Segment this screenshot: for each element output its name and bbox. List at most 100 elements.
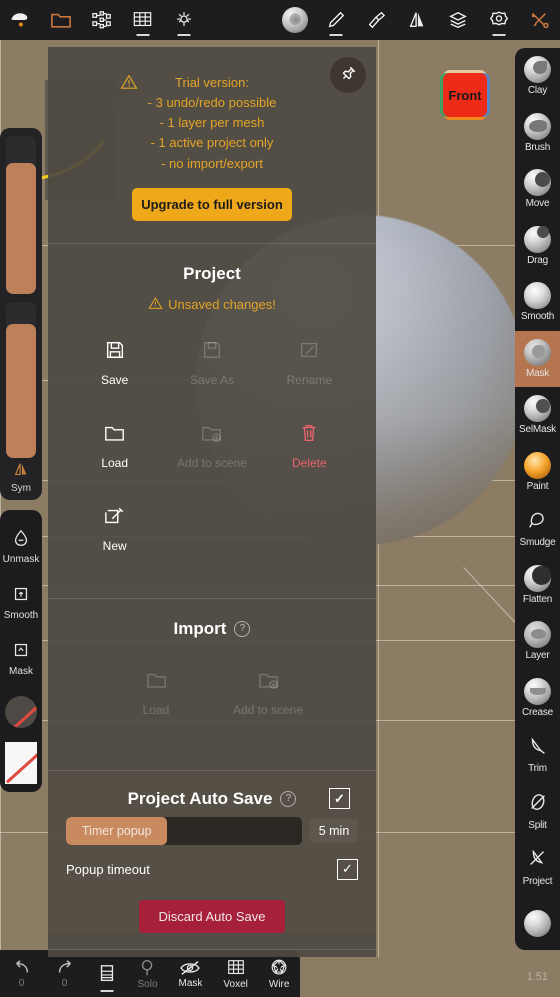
project-section: Project Unsaved changes! Save Save As Re…	[48, 244, 376, 598]
help-icon[interactable]: ?	[280, 790, 297, 807]
discard-autosave-button[interactable]: Discard Auto Save	[139, 899, 285, 933]
left-item-smooth[interactable]: Smooth	[0, 574, 42, 630]
trial-title: Trial version:	[175, 75, 249, 90]
radius-slider[interactable]	[6, 136, 36, 294]
lighting-icon[interactable]	[163, 0, 204, 40]
popup-timeout-checkbox[interactable]: ✓	[337, 858, 358, 880]
tool-label: Brush	[524, 141, 551, 153]
paint-icon[interactable]	[356, 0, 397, 40]
settings-icon[interactable]	[478, 0, 519, 40]
fps-counter: 1.51	[526, 971, 548, 983]
action-label: Load	[142, 702, 170, 717]
material-swatch-disabled[interactable]	[5, 696, 37, 728]
tool-extra[interactable]	[515, 896, 560, 951]
settings-underline	[492, 34, 506, 36]
action-label: Add to scene	[232, 702, 304, 717]
tool-drag[interactable]: Drag	[515, 218, 560, 275]
import-title-text: Import	[173, 618, 227, 638]
mask-visibility-button[interactable]: Mask	[168, 950, 213, 997]
tool-label: Mask	[525, 367, 550, 379]
tool-smudge[interactable]: Smudge	[515, 500, 560, 557]
folder-add-icon	[257, 665, 280, 695]
tool-label: Paint	[526, 480, 549, 492]
tool-label: Layer	[525, 650, 550, 662]
layer-icon	[524, 621, 551, 649]
tool-crease[interactable]: Crease	[515, 670, 560, 727]
scene-list-button[interactable]	[86, 950, 127, 997]
tool-brush[interactable]: Brush	[515, 105, 560, 162]
tool-mask[interactable]: Mask	[515, 330, 560, 387]
brush-icon[interactable]	[315, 0, 356, 40]
tools-icon[interactable]	[519, 0, 560, 40]
tool-selmask[interactable]: SelMask	[515, 387, 560, 444]
tool-label: Smudge	[519, 537, 556, 549]
tool-layer[interactable]: Layer	[515, 613, 560, 670]
autosave-section: Project Auto Save ? ✓ Timer popup 5 min …	[48, 770, 376, 933]
voxel-button[interactable]: Voxel	[213, 950, 258, 997]
undo-button[interactable]: 0	[0, 950, 43, 997]
crease-icon	[524, 677, 551, 705]
scene-icon[interactable]	[0, 0, 41, 40]
tool-move[interactable]: Move	[515, 161, 560, 218]
trim-icon	[526, 734, 550, 761]
tool-label: Project	[522, 876, 553, 888]
texture-swatch-disabled[interactable]	[5, 742, 37, 784]
left-mask-bar: Unmask Smooth Mask	[0, 510, 42, 792]
timer-value: 5 min	[310, 818, 358, 843]
left-item-mask[interactable]: Mask	[0, 630, 42, 686]
timer-row: Timer popup 5 min	[60, 809, 364, 849]
flatten-icon	[524, 564, 551, 592]
wire-button[interactable]: Wire	[258, 950, 300, 997]
project-title-text: Project	[183, 263, 241, 283]
new-file-icon	[104, 501, 126, 531]
tool-clay[interactable]: Clay	[515, 48, 560, 105]
upgrade-button[interactable]: Upgrade to full version	[132, 187, 292, 221]
timer-slider[interactable]: Timer popup	[66, 816, 302, 845]
tool-smooth[interactable]: Smooth	[515, 274, 560, 331]
left-item-label: Smooth	[3, 609, 39, 621]
project-delete-button[interactable]: Delete	[261, 418, 358, 493]
solo-button[interactable]: Solo	[127, 950, 168, 997]
warning-icon	[148, 296, 163, 313]
pin-button[interactable]	[330, 57, 366, 93]
files-icon[interactable]	[41, 0, 82, 40]
mask-icon	[524, 338, 551, 366]
project-load-button[interactable]: Load	[66, 418, 163, 493]
mirror-icon	[0, 462, 42, 481]
timer-slider-knob[interactable]: Timer popup	[66, 816, 168, 845]
tool-label: Drag	[527, 254, 548, 266]
mirror-icon[interactable]	[397, 0, 438, 40]
tool-label: Trim	[528, 763, 547, 775]
topology-icon[interactable]	[82, 0, 123, 40]
material-sphere-icon[interactable]	[274, 0, 315, 40]
autosave-checkbox[interactable]: ✓	[329, 788, 350, 810]
tool-trim[interactable]: Trim	[515, 726, 560, 783]
intensity-slider[interactable]	[6, 302, 36, 458]
brush-underline	[329, 34, 343, 36]
tool-split[interactable]: Split	[515, 783, 560, 840]
tool-paint[interactable]: Paint	[515, 444, 560, 501]
smooth-icon	[524, 282, 551, 310]
project-rename-button: Rename	[261, 335, 358, 410]
help-icon[interactable]: ?	[234, 620, 251, 637]
grid-underline	[136, 34, 150, 36]
smudge-icon	[526, 508, 550, 535]
autosave-title: Project Auto Save ? ✓	[60, 771, 364, 810]
project-save-button[interactable]: Save	[66, 335, 163, 410]
tool-project[interactable]: Project	[515, 839, 560, 896]
view-gizmo-front[interactable]: Front	[443, 73, 487, 117]
popup-timeout-label: Popup timeout	[66, 861, 150, 877]
smooth-icon	[11, 584, 31, 607]
project-new-button[interactable]: New	[66, 501, 163, 576]
action-label: Save As	[189, 372, 234, 387]
pin-icon	[338, 64, 358, 87]
tool-flatten[interactable]: Flatten	[515, 557, 560, 614]
redo-button[interactable]: 0	[43, 950, 86, 997]
layers-icon[interactable]	[438, 0, 479, 40]
unsaved-changes-notice: Unsaved changes!	[60, 284, 364, 317]
symmetry-toggle[interactable]: Sym	[0, 462, 42, 494]
left-item-unmask[interactable]: Unmask	[0, 518, 42, 574]
redo-count: 0	[61, 977, 68, 989]
grid-icon[interactable]	[122, 0, 163, 40]
